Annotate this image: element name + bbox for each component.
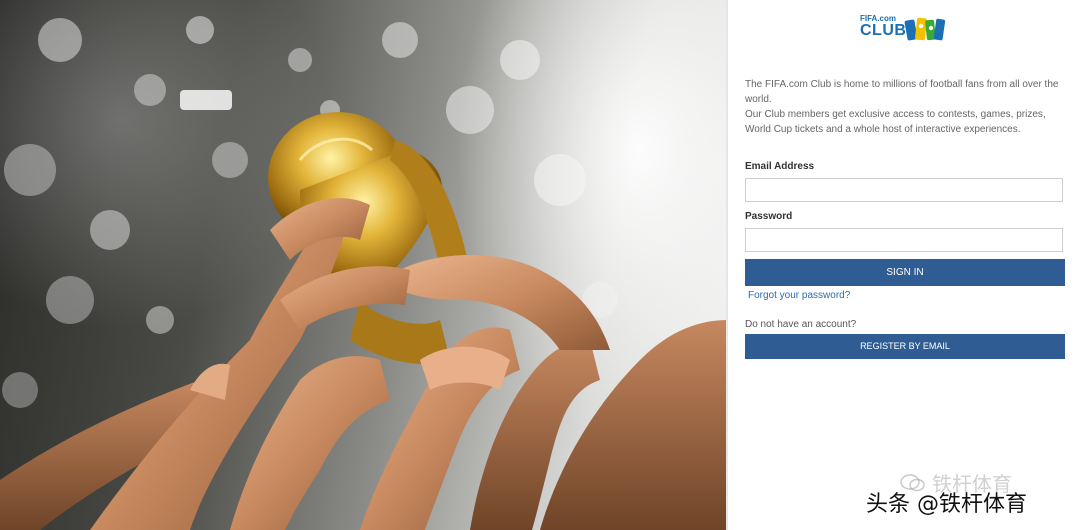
club-logo-mark-icon	[904, 17, 946, 41]
intro-line-2: Our Club members get exclusive access to…	[745, 109, 1046, 135]
world-cup-trophy-photo	[0, 16, 728, 530]
fifa-club-logo[interactable]: FIFA.com CLUB	[860, 14, 950, 48]
toutiao-watermark: 头条 @铁杆体育	[866, 492, 1027, 517]
intro-line-1: The FIFA.com Club is home to millions of…	[745, 79, 1059, 105]
register-by-email-button[interactable]: REGISTER BY EMAIL	[745, 334, 1065, 359]
sign-in-button[interactable]: SIGN IN	[745, 259, 1065, 286]
email-label: Email Address	[745, 161, 815, 172]
login-panel: FIFA.com CLUB The FIFA.com Club is home …	[728, 0, 1080, 530]
forgot-password-link[interactable]: Forgot your password?	[748, 290, 850, 301]
password-field[interactable]	[745, 228, 1063, 252]
password-label: Password	[745, 211, 793, 222]
email-field[interactable]	[745, 178, 1063, 202]
login-page: FIFA.com CLUB The FIFA.com Club is home …	[0, 0, 1080, 530]
hero-image	[0, 0, 728, 530]
club-description: The FIFA.com Club is home to millions of…	[745, 77, 1067, 137]
no-account-text: Do not have an account?	[745, 319, 857, 330]
logo-club-text: CLUB	[860, 22, 907, 39]
